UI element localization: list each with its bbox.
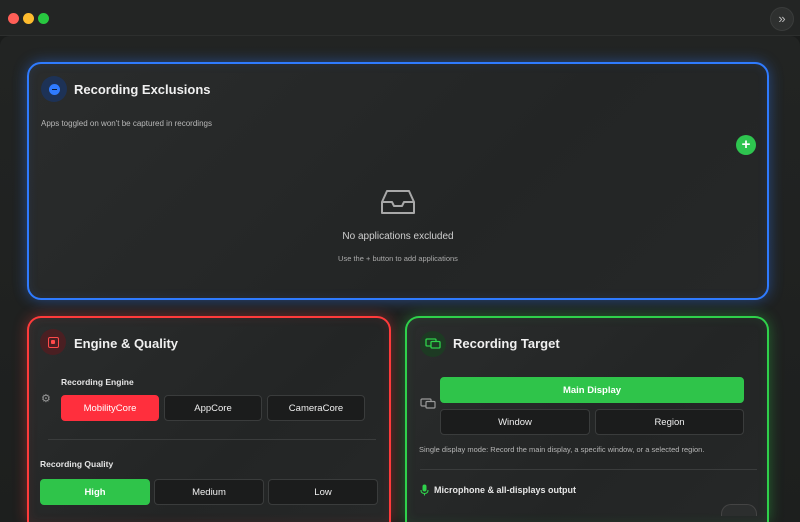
inbox-tray-icon	[381, 190, 415, 214]
engine-option-cameracore[interactable]: CameraCore	[267, 395, 365, 421]
add-application-button[interactable]: +	[736, 135, 756, 155]
zoom-window-button[interactable]	[38, 13, 49, 24]
exclusions-title: Recording Exclusions	[74, 82, 211, 97]
engine-quality-title: Engine & Quality	[74, 336, 179, 351]
recording-target-title: Recording Target	[453, 336, 560, 351]
close-window-button[interactable]	[8, 13, 19, 24]
empty-state-title: No applications excluded	[342, 231, 454, 242]
target-option-region[interactable]: Region	[595, 409, 744, 435]
quality-option-medium[interactable]: Medium	[154, 479, 264, 505]
monitor-icon	[420, 398, 436, 409]
engine-option-mobilitycore[interactable]: MobilityCore	[61, 395, 159, 421]
quality-option-high[interactable]: High	[40, 479, 150, 505]
empty-state-hint: Use the + button to add applications	[338, 254, 458, 263]
displays-icon	[420, 331, 446, 357]
quality-option-low[interactable]: Low	[268, 479, 378, 505]
exclusion-icon	[41, 76, 67, 102]
recording-target-card: Recording Target Main Display Window Reg…	[405, 316, 769, 522]
minimize-window-button[interactable]	[23, 13, 34, 24]
microphone-icon	[420, 484, 429, 496]
exclusions-subtitle: Apps toggled on won't be captured in rec…	[41, 119, 212, 128]
recording-exclusions-card: Recording Exclusions Apps toggled on won…	[27, 62, 769, 300]
mode-description: Single display mode: Record the main dis…	[419, 445, 705, 454]
audio-source-label: Microphone & all-displays output	[434, 485, 577, 495]
audio-toggle[interactable]	[721, 504, 757, 516]
divider	[48, 439, 376, 440]
target-option-main-display[interactable]: Main Display	[440, 377, 744, 403]
target-option-window[interactable]: Window	[440, 409, 590, 435]
recording-engine-label: Recording Engine	[61, 377, 134, 387]
engine-quality-card: Engine & Quality ⚙ Recording Engine Mobi…	[27, 316, 391, 522]
engine-option-appcore[interactable]: AppCore	[164, 395, 262, 421]
title-bar: »	[0, 0, 800, 36]
engine-icon	[40, 329, 66, 355]
gears-icon: ⚙	[41, 393, 51, 405]
chevrons-right-icon[interactable]: »	[770, 7, 794, 31]
recording-quality-label: Recording Quality	[40, 459, 114, 469]
divider	[420, 469, 757, 470]
